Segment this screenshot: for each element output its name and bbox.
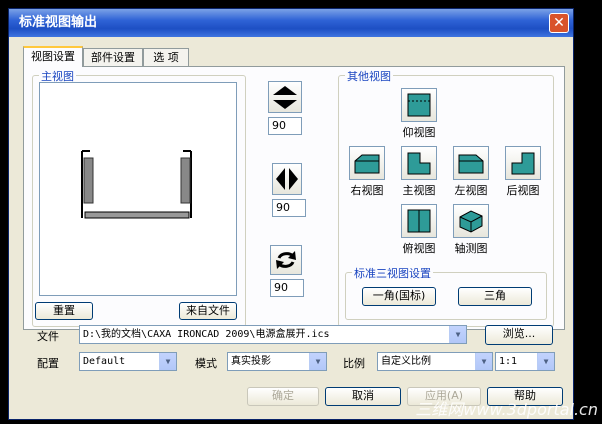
view-settings-panel: 主视图 重置 来自文件 90 90 90 其他视图 仰视图 右视图 主视图 左视… <box>23 66 565 330</box>
scale-label: 比例 <box>343 357 365 370</box>
rotate-button[interactable] <box>270 245 302 275</box>
flip-horizontal-button[interactable] <box>272 163 302 195</box>
up-down-arrow-icon <box>273 86 297 109</box>
flip-vertical-button[interactable] <box>268 81 302 113</box>
bottom-view-icon <box>407 93 431 117</box>
file-combo[interactable]: D:\我的文档\CAXA IRONCAD 2009\电源盒展开.ics ▼ <box>79 325 467 344</box>
window-title: 标准视图输出 <box>19 15 98 30</box>
front-view-icon <box>407 152 431 175</box>
tab-options[interactable]: 选 项 <box>143 48 189 66</box>
chevron-down-icon[interactable]: ▼ <box>537 353 554 370</box>
config-label: 配置 <box>37 357 59 370</box>
back-view-label: 后视图 <box>506 184 540 197</box>
file-label: 文件 <box>37 330 59 343</box>
bottom-view-button[interactable] <box>401 88 437 122</box>
mode-value: 真实投影 <box>231 356 271 367</box>
rotate-icon <box>276 251 296 269</box>
other-views-label: 其他视图 <box>345 68 393 84</box>
part-preview-graphic <box>81 150 192 219</box>
title-bar: 标准视图输出 ✕ <box>9 9 573 37</box>
back-view-icon <box>511 152 535 175</box>
bottom-view-label: 仰视图 <box>402 126 436 139</box>
mode-label: 模式 <box>195 357 217 370</box>
dialog-window: 标准视图输出 ✕ 视图设置 部件设置 选 项 主视图 重置 来自文件 90 90… <box>8 8 574 420</box>
main-view-preview <box>39 82 237 296</box>
watermark-text: 三维网www.3dportal.cn <box>415 400 598 419</box>
front-view-label: 主视图 <box>402 184 436 197</box>
right-view-button[interactable] <box>349 146 385 180</box>
cancel-button[interactable]: 取消 <box>325 387 401 406</box>
back-view-button[interactable] <box>505 146 541 180</box>
rotate-angle-input[interactable]: 90 <box>270 279 304 297</box>
top-view-label: 俯视图 <box>402 242 436 255</box>
scale-value: 自定义比例 <box>381 356 431 367</box>
scale-combo[interactable]: 自定义比例 ▼ <box>377 352 493 371</box>
top-view-icon <box>407 209 431 233</box>
right-view-icon <box>354 154 380 174</box>
tab-part-settings[interactable]: 部件设置 <box>83 48 143 66</box>
top-view-button[interactable] <box>401 204 437 238</box>
mode-combo[interactable]: 真实投影 ▼ <box>227 352 327 371</box>
first-angle-button[interactable]: 一角(国标) <box>362 287 436 306</box>
ok-button[interactable]: 确定 <box>247 387 319 406</box>
left-view-button[interactable] <box>453 146 489 180</box>
iso-view-label: 轴测图 <box>454 242 488 255</box>
chevron-down-icon[interactable]: ▼ <box>475 353 492 370</box>
ratio-combo[interactable]: 1:1 ▼ <box>495 352 555 371</box>
standard-three-view-group: 标准三视图设置 一角(国标) 三角 <box>345 265 547 320</box>
reset-button[interactable]: 重置 <box>35 302 93 320</box>
left-view-icon <box>458 154 484 174</box>
right-view-label: 右视图 <box>350 184 384 197</box>
main-view-group: 主视图 重置 来自文件 <box>32 68 246 327</box>
close-icon[interactable]: ✕ <box>549 13 569 33</box>
tab-view-settings[interactable]: 视图设置 <box>23 46 83 67</box>
left-view-label: 左视图 <box>454 184 488 197</box>
ratio-value: 1:1 <box>499 356 518 367</box>
from-file-button[interactable]: 来自文件 <box>179 302 237 320</box>
horizontal-angle-input[interactable]: 90 <box>272 199 306 217</box>
other-views-group: 其他视图 仰视图 右视图 主视图 左视图 后视图 俯视图 轴测图 标准三视图设置… <box>338 68 554 327</box>
standard-three-view-label: 标准三视图设置 <box>352 265 433 281</box>
chevron-down-icon[interactable]: ▼ <box>449 326 466 343</box>
chevron-down-icon[interactable]: ▼ <box>309 353 326 370</box>
iso-view-button[interactable] <box>453 204 489 238</box>
front-view-button[interactable] <box>401 146 437 180</box>
isometric-view-icon <box>459 210 483 233</box>
left-right-arrow-icon <box>276 168 298 190</box>
chevron-down-icon[interactable]: ▼ <box>159 353 176 370</box>
browse-button[interactable]: 浏览... <box>485 325 553 345</box>
file-path-value: D:\我的文档\CAXA IRONCAD 2009\电源盒展开.ics <box>83 329 330 340</box>
vertical-angle-input[interactable]: 90 <box>268 117 302 135</box>
third-angle-button[interactable]: 三角 <box>458 287 532 306</box>
config-combo[interactable]: Default ▼ <box>79 352 177 371</box>
config-value: Default <box>83 356 126 367</box>
